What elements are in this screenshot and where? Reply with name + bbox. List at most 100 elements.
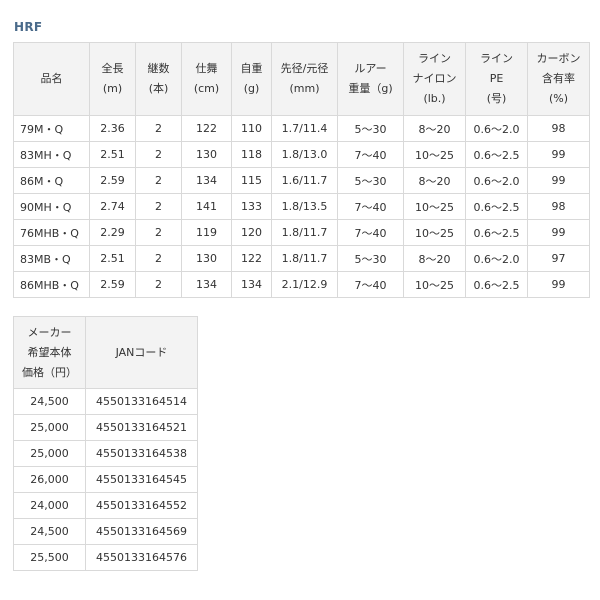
spec-cell: 5〜30	[337, 167, 404, 194]
spec-header-label: カーボン	[536, 52, 581, 65]
spec-header-label: 含有率	[542, 72, 575, 85]
spec-header-label: 品名	[40, 72, 63, 85]
spec-cell: 99	[527, 141, 590, 168]
table-row: 79M・Q 2.36 2 122 110 1.7/11.4 5〜30 8〜20 0.6〜2.0 9…	[13, 115, 590, 142]
price-header-label: JANコード	[115, 345, 168, 359]
spec-header-label: 先径/元径	[280, 62, 329, 75]
price-header-label: メーカー	[27, 325, 72, 339]
spec-cell: 10〜25	[403, 271, 466, 298]
spec-cell: 83MH・Q	[13, 141, 90, 168]
spec-cell: 2	[135, 271, 182, 298]
spec-cell: 2	[135, 193, 182, 220]
spec-cell: 90MH・Q	[13, 193, 90, 220]
table-row: 86M・Q 2.59 2 134 115 1.6/11.7 5〜30 8〜20 0.6〜2.0 9…	[13, 167, 590, 194]
spec-cell: 2.59	[89, 167, 136, 194]
spec-cell: 122	[181, 115, 232, 142]
spec-header-label: (号)	[486, 92, 507, 105]
table-row: 76MHB・Q 2.29 2 119 120 1.8/11.7 7〜40 10〜25 0.6〜2…	[13, 219, 590, 246]
table-row: 86MHB・Q 2.59 2 134 134 2.1/12.9 7〜40 10〜25 0.6〜2…	[13, 271, 590, 298]
spec-cell: 8〜20	[403, 115, 466, 142]
price-cell: 4550133164552	[85, 492, 198, 519]
spec-header-label: (%)	[548, 92, 569, 105]
spec-cell: 2	[135, 115, 182, 142]
spec-cell: 99	[527, 219, 590, 246]
spec-cell: 130	[181, 245, 232, 272]
spec-cell: 10〜25	[403, 141, 466, 168]
spec-cell: 1.8/11.7	[271, 245, 338, 272]
spec-cell: 5〜30	[337, 245, 404, 272]
spec-header-8: ライン PE (号)	[465, 42, 528, 116]
price-cell: 24,000	[13, 492, 86, 519]
spec-cell: 0.6〜2.0	[465, 245, 528, 272]
spec-cell: 115	[231, 167, 272, 194]
spec-cell: 2.74	[89, 193, 136, 220]
spec-cell: 99	[527, 167, 590, 194]
price-header-label: 価格（円）	[22, 365, 77, 379]
spec-header-label: (m)	[102, 82, 123, 95]
spec-cell: 7〜40	[337, 271, 404, 298]
price-cell: 25,000	[13, 440, 86, 467]
price-cell: 25,500	[13, 544, 86, 571]
spec-cell: 2.59	[89, 271, 136, 298]
spec-cell: 99	[527, 271, 590, 298]
spec-header-label: ルアー	[354, 62, 387, 75]
spec-header-0: 品名	[13, 42, 90, 116]
spec-cell: 120	[231, 219, 272, 246]
table-row: 25,000 4550133164538	[13, 440, 198, 467]
spec-cell: 1.8/13.0	[271, 141, 338, 168]
price-cell: 25,000	[13, 414, 86, 441]
spec-header-1: 全長 (m)	[89, 42, 136, 116]
spec-cell: 133	[231, 193, 272, 220]
spec-cell: 86MHB・Q	[13, 271, 90, 298]
spec-cell: 130	[181, 141, 232, 168]
spec-cell: 8〜20	[403, 167, 466, 194]
spec-cell: 1.7/11.4	[271, 115, 338, 142]
spec-cell: 2.36	[89, 115, 136, 142]
price-header-1: JANコード	[85, 316, 198, 389]
spec-cell: 0.6〜2.5	[465, 141, 528, 168]
spec-cell: 134	[181, 271, 232, 298]
spec-header-label: (lb.)	[423, 92, 446, 105]
spec-cell: 98	[527, 193, 590, 220]
spec-cell: 10〜25	[403, 193, 466, 220]
spec-cell: 119	[181, 219, 232, 246]
spec-header-label: 継数	[147, 62, 170, 75]
spec-cell: 8〜20	[403, 245, 466, 272]
page-title: HRF	[14, 20, 43, 34]
table-row: 25,000 4550133164521	[13, 414, 198, 441]
spec-cell: 10〜25	[403, 219, 466, 246]
spec-cell: 134	[181, 167, 232, 194]
price-cell: 4550133164538	[85, 440, 198, 467]
spec-cell: 2	[135, 219, 182, 246]
spec-header-row: 品名 全長 (m) 継数 (本) 仕舞 (cm) 自重 (g) 先径/元径 (mm) ルアー 重量（g)…	[13, 42, 590, 116]
spec-cell: 2.1/12.9	[271, 271, 338, 298]
spec-table: 品名 全長 (m) 継数 (本) 仕舞 (cm) 自重 (g) 先径/元径 (mm) ルアー 重量（g)…	[13, 42, 590, 298]
spec-header-label: (本)	[148, 82, 169, 95]
spec-cell: 122	[231, 245, 272, 272]
price-cell: 4550133164514	[85, 388, 198, 415]
spec-cell: 1.8/13.5	[271, 193, 338, 220]
spec-cell: 98	[527, 115, 590, 142]
spec-header-label: 仕舞	[195, 62, 218, 75]
spec-cell: 86M・Q	[13, 167, 90, 194]
spec-header-3: 仕舞 (cm)	[181, 42, 232, 116]
spec-header-label: ナイロン	[412, 72, 457, 85]
spec-header-2: 継数 (本)	[135, 42, 182, 116]
spec-header-label: (g)	[243, 82, 260, 95]
spec-header-6: ルアー 重量（g)	[337, 42, 404, 116]
spec-cell: 0.6〜2.5	[465, 219, 528, 246]
spec-table-body: 79M・Q 2.36 2 122 110 1.7/11.4 5〜30 8〜20 0.6〜2.0 9…	[13, 115, 590, 298]
spec-cell: 110	[231, 115, 272, 142]
spec-cell: 2	[135, 141, 182, 168]
spec-header-label: 全長	[101, 62, 124, 75]
table-row: 26,000 4550133164545	[13, 466, 198, 493]
spec-cell: 0.6〜2.0	[465, 115, 528, 142]
spec-cell: 0.6〜2.5	[465, 271, 528, 298]
spec-cell: 1.6/11.7	[271, 167, 338, 194]
spec-header-label: ライン	[480, 52, 513, 65]
spec-cell: 2.51	[89, 245, 136, 272]
spec-header-label: ライン	[418, 52, 451, 65]
table-row: 83MB・Q 2.51 2 130 122 1.8/11.7 5〜30 8〜20 0.6〜2.0…	[13, 245, 590, 272]
spec-header-5: 先径/元径 (mm)	[271, 42, 338, 116]
price-jan-table: メーカー 希望本体 価格（円） JANコード 24,500 4550133164514 2…	[13, 316, 198, 571]
